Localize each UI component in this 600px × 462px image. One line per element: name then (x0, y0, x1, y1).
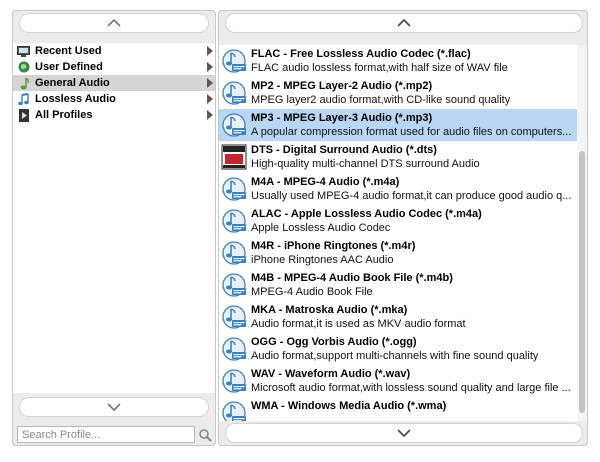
format-scroll-down-button[interactable] (225, 423, 583, 443)
format-title: M4R - iPhone Ringtones (*.m4r) (251, 240, 416, 252)
format-title: WMA - Windows Media Audio (*.wma) (251, 400, 447, 412)
format-item[interactable]: M4R - iPhone Ringtones (*.m4r) iPhone Rin… (219, 237, 577, 269)
chevron-up-icon (397, 19, 411, 27)
chevron-down-icon (107, 403, 121, 411)
format-description: MPEG-4 Audio Book File (251, 286, 373, 298)
format-item[interactable]: M4A - MPEG-4 Audio (*.m4a) Usually used M… (219, 173, 577, 205)
wav-icon (221, 368, 247, 394)
category-item-user-defined[interactable]: User Defined (13, 59, 215, 75)
format-item[interactable]: MP3 - MPEG Layer-3 Audio (*.mp3) A popula… (219, 109, 577, 141)
category-item-recent-used[interactable]: Recent Used (13, 43, 215, 59)
category-panel: Recent Used User Defined General Audio L… (12, 10, 216, 446)
format-list-scrollbar[interactable] (577, 45, 587, 421)
format-description: A popular compression format used for au… (251, 126, 572, 138)
format-list: FLAC - Free Lossless Audio Codec (*.flac… (219, 45, 577, 421)
category-label: Lossless Audio (35, 93, 116, 105)
play-triangle-icon (17, 108, 30, 122)
format-item[interactable]: M4B - MPEG-4 Audio Book File (*.m4b) MPEG… (219, 269, 577, 301)
format-title: M4B - MPEG-4 Audio Book File (*.m4b) (251, 272, 453, 284)
format-description: MPEG layer2 audio format,with CD-like so… (251, 94, 511, 106)
alac-icon (221, 208, 247, 234)
category-label: User Defined (35, 61, 103, 73)
format-description: iPhone Ringtones AAC Audio (251, 254, 394, 266)
format-text: MP3 - MPEG Layer-3 Audio (*.mp3) A popula… (251, 109, 571, 139)
chevron-down-icon (397, 429, 411, 437)
format-text: DTS - Digital Surround Audio (*.dts) High… (251, 141, 480, 171)
ogg-icon (221, 336, 247, 362)
format-panel: FLAC - Free Lossless Audio Codec (*.flac… (218, 10, 588, 446)
disclosure-arrow-icon[interactable] (207, 62, 213, 72)
format-text: ALAC - Apple Lossless Audio Codec (*.m4a… (251, 205, 482, 235)
format-item[interactable]: WAV - Waveform Audio (*.wav) Microsoft au… (219, 365, 577, 397)
format-title: ALAC - Apple Lossless Audio Codec (*.m4a… (251, 208, 482, 220)
format-title: DTS - Digital Surround Audio (*.dts) (251, 144, 437, 156)
disclosure-arrow-icon[interactable] (207, 78, 213, 88)
category-list: Recent Used User Defined General Audio L… (13, 43, 215, 393)
format-text: M4B - MPEG-4 Audio Book File (*.m4b) MPEG… (251, 269, 453, 299)
format-title: MKA - Matroska Audio (*.mka) (251, 304, 408, 316)
flac-icon (221, 48, 247, 74)
category-item-lossless-audio[interactable]: Lossless Audio (13, 91, 215, 107)
mka-icon (221, 304, 247, 330)
format-title: OGG - Ogg Vorbis Audio (*.ogg) (251, 336, 417, 348)
dts-logo-icon (221, 144, 247, 170)
scrollbar-thumb[interactable] (579, 151, 585, 413)
format-item[interactable]: ALAC - Apple Lossless Audio Codec (*.m4a… (219, 205, 577, 237)
format-text: OGG - Ogg Vorbis Audio (*.ogg) Audio form… (251, 333, 538, 363)
search-icon[interactable] (197, 427, 213, 443)
format-description: Apple Lossless Audio Codec (251, 222, 391, 234)
format-item[interactable]: FLAC - Free Lossless Audio Codec (*.flac… (219, 45, 577, 77)
format-text: FLAC - Free Lossless Audio Codec (*.flac… (251, 45, 508, 75)
format-description: FLAC audio lossless format,with half siz… (251, 62, 508, 74)
format-description: Audio format,it is used as MKV audio for… (251, 318, 466, 330)
monitor-icon (17, 45, 30, 58)
format-title: M4A - MPEG-4 Audio (*.m4a) (251, 176, 400, 188)
format-description: Microsoft audio format,with lossless sou… (251, 382, 571, 394)
disclosure-arrow-icon[interactable] (207, 110, 213, 120)
wma-icon (221, 400, 247, 421)
music-note-icon (17, 76, 30, 90)
disclosure-arrow-icon[interactable] (207, 94, 213, 104)
mp3-icon (221, 112, 247, 138)
globe-icon (17, 61, 30, 74)
search-profile-field[interactable] (17, 426, 195, 443)
format-text: WMA - Windows Media Audio (*.wma) (251, 397, 446, 413)
format-item[interactable]: MKA - Matroska Audio (*.mka) Audio format… (219, 301, 577, 333)
m4b-icon (221, 272, 247, 298)
format-description: Audio format,support multi-channels with… (251, 350, 539, 362)
format-item[interactable]: WMA - Windows Media Audio (*.wma) (219, 397, 577, 421)
format-text: MP2 - MPEG Layer-2 Audio (*.mp2) MPEG lay… (251, 77, 510, 107)
format-text: MKA - Matroska Audio (*.mka) Audio format… (251, 301, 466, 331)
mp2-icon (221, 80, 247, 106)
format-scroll-up-button[interactable] (225, 13, 583, 33)
format-text: M4R - iPhone Ringtones (*.m4r) iPhone Rin… (251, 237, 415, 267)
m4a-icon (221, 176, 247, 202)
format-title: MP3 - MPEG Layer-3 Audio (*.mp3) (251, 112, 433, 124)
format-item[interactable]: DTS - Digital Surround Audio (*.dts) High… (219, 141, 577, 173)
category-item-all-profiles[interactable]: All Profiles (13, 107, 215, 123)
format-title: WAV - Waveform Audio (*.wav) (251, 368, 411, 380)
category-label: All Profiles (35, 109, 93, 121)
double-note-icon (17, 92, 30, 106)
format-description: High-quality multi-channel DTS surround … (251, 158, 480, 170)
chevron-up-icon (107, 19, 121, 27)
format-description: Usually used MPEG-4 audio format,it can … (251, 190, 572, 202)
category-label: General Audio (35, 77, 110, 89)
category-label: Recent Used (35, 45, 102, 57)
m4r-icon (221, 240, 247, 266)
format-text: M4A - MPEG-4 Audio (*.m4a) Usually used M… (251, 173, 571, 203)
search-profile-input[interactable] (18, 427, 194, 443)
disclosure-arrow-icon[interactable] (207, 46, 213, 56)
format-item[interactable]: OGG - Ogg Vorbis Audio (*.ogg) Audio form… (219, 333, 577, 365)
format-title: FLAC - Free Lossless Audio Codec (*.flac… (251, 48, 471, 60)
category-item-general-audio[interactable]: General Audio (13, 75, 215, 91)
format-title: MP2 - MPEG Layer-2 Audio (*.mp2) (251, 80, 433, 92)
format-text: WAV - Waveform Audio (*.wav) Microsoft au… (251, 365, 571, 395)
format-item[interactable]: MP2 - MPEG Layer-2 Audio (*.mp2) MPEG lay… (219, 77, 577, 109)
category-scroll-down-button[interactable] (19, 397, 209, 417)
category-scroll-up-button[interactable] (19, 13, 209, 33)
